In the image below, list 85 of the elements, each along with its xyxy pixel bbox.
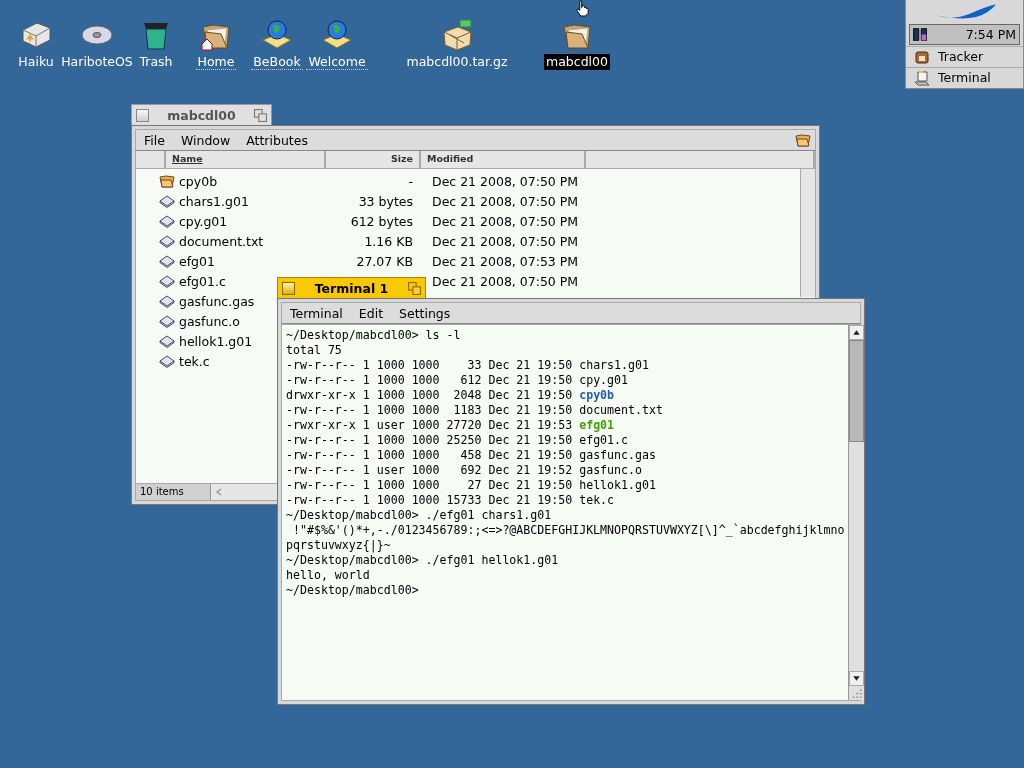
file-name[interactable]: gasfunc.o [178, 313, 240, 329]
item-count: 10 items [136, 484, 211, 500]
dog-icon [914, 48, 930, 65]
document-icon[interactable] [159, 353, 175, 369]
terminal-line: ~/Desktop/mabcdl00> [286, 583, 420, 598]
terminal-line: -rwxr-xr-x 1 user 1000 27720 Dec 21 19:53 efg01 [286, 418, 616, 433]
terminal-line: -rw-r--r-- 1 1000 1000 33 Dec 21 19:50 chars1.g01 [286, 358, 650, 373]
file-name[interactable]: gasfunc.gas [178, 293, 255, 309]
file-modified-date: Dec 21 2008, 07:50 PM [431, 273, 580, 289]
window-title: mabcdl00 [166, 107, 237, 123]
zoom-button[interactable] [254, 108, 267, 122]
file-name[interactable]: hellok1.g01 [178, 333, 253, 349]
desktop-icon-label[interactable]: Home [195, 54, 237, 70]
file-name[interactable]: cpy.g01 [178, 213, 228, 229]
file-modified-date: Dec 21 2008, 07:50 PM [431, 233, 580, 249]
document-icon[interactable] [159, 193, 175, 209]
terminal-line: -rw-r--r-- 1 1000 1000 458 Dec 21 19:50 gasfunc.gas [286, 448, 657, 463]
desktop-icon-label[interactable]: Welcome [306, 54, 368, 70]
vertical-scrollbar[interactable] [800, 169, 815, 297]
file-size: 27.07 KB [355, 253, 414, 269]
menu-item[interactable]: Attributes [238, 132, 316, 148]
file-size: 612 bytes [349, 213, 414, 229]
package-icon[interactable] [440, 18, 474, 52]
close-button[interactable] [282, 281, 295, 295]
terminal-icon [914, 69, 930, 86]
deskbar-app-item[interactable]: Terminal [906, 66, 1023, 88]
file-name[interactable]: document.txt [178, 233, 264, 249]
document-icon[interactable] [159, 273, 175, 289]
terminal-line: ~/Desktop/mabcdl00> ./efg01 hellok1.g01 [286, 553, 560, 568]
menu-item[interactable]: Terminal [282, 305, 351, 321]
terminal-line: -rw-r--r-- 1 1000 1000 25250 Dec 21 19:50 efg01.c [286, 433, 630, 448]
folder-icon[interactable] [795, 132, 811, 148]
window-title: Terminal 1 [313, 280, 390, 296]
document-icon[interactable] [159, 333, 175, 349]
clock-time[interactable]: 7:54 PM [965, 26, 1016, 42]
menu-item[interactable]: Window [172, 132, 239, 148]
close-button[interactable] [136, 108, 149, 122]
file-name[interactable]: cpy0b [178, 173, 218, 189]
desktop-icon-label[interactable]: mabcdl00 [544, 54, 610, 70]
file-modified-date: Dec 21 2008, 07:53 PM [431, 253, 580, 269]
zoom-button[interactable] [408, 281, 421, 295]
file-size: 1.16 KB [363, 233, 414, 249]
file-name[interactable]: tek.c [178, 353, 210, 369]
desktop-icon-label[interactable]: mabcdl00.tar.gz [404, 54, 510, 70]
horizontal-scrollbar[interactable] [211, 484, 277, 500]
file-size: - [407, 173, 414, 189]
terminal-line: total 75 [286, 343, 343, 358]
window-tab[interactable]: mabcdl00 [131, 104, 272, 125]
terminal-line: -rw-r--r-- 1 1000 1000 1183 Dec 21 19:50 document.txt [286, 403, 664, 418]
desktop-icon-label[interactable]: Haiku [16, 54, 56, 70]
vertical-scrollbar[interactable] [848, 325, 865, 700]
menu-item[interactable]: File [136, 132, 173, 148]
document-icon[interactable] [159, 313, 175, 329]
menu-item[interactable]: Settings [391, 305, 459, 321]
file-modified-date: Dec 21 2008, 07:50 PM [431, 173, 580, 189]
menu-item[interactable]: Edit [350, 305, 392, 321]
terminal-line: !"#$%&'()*+,-./0123456789:;<=>?@ABCDEFGHIJKLMNOPQRSTUVWXYZ[\]^_`abcdefghijklmno [291, 523, 845, 538]
cpu-meter-icon [913, 26, 927, 42]
file-size: 33 bytes [357, 193, 414, 209]
terminal-line: hello, world [286, 568, 371, 583]
document-icon[interactable] [159, 233, 175, 249]
document-icon[interactable] [159, 293, 175, 309]
terminal-line: pqrstuvwxyz{|}~ [286, 538, 392, 553]
desktop-icon-label[interactable]: BeBook [251, 54, 303, 70]
file-name[interactable]: chars1.g01 [178, 193, 249, 209]
file-name[interactable]: efg01 [178, 253, 215, 269]
desktop-icon-label[interactable]: HariboteOS [59, 54, 135, 70]
terminal-line: ~/Desktop/mabcdl00> ./efg01 chars1.g01 [286, 508, 553, 523]
terminal-line: -rw-r--r-- 1 1000 1000 15733 Dec 21 19:50 tek.c [286, 493, 616, 508]
terminal-line: drwxr-xr-x 1 1000 1000 2048 Dec 21 19:50 cpy0b [286, 388, 616, 403]
terminal-line: -rw-r--r-- 1 user 1000 692 Dec 21 19:52 gasfunc.o [286, 463, 643, 478]
window-tab[interactable]: Terminal 1 [277, 277, 426, 298]
document-icon[interactable] [159, 213, 175, 229]
hand-pointer-icon [576, 0, 591, 17]
deskbar-app-item[interactable]: Tracker [906, 45, 1023, 67]
desktop-icon-label[interactable]: Trash [137, 54, 175, 70]
folder-icon[interactable] [159, 173, 175, 189]
terminal-line: ~/Desktop/mabcdl00> ls -l [286, 328, 462, 343]
scroll-thumb[interactable] [849, 340, 865, 442]
file-modified-date: Dec 21 2008, 07:50 PM [431, 213, 580, 229]
file-modified-date: Dec 21 2008, 07:50 PM [431, 193, 580, 209]
file-name[interactable]: efg01.c [178, 273, 226, 289]
terminal-line: -rw-r--r-- 1 1000 1000 27 Dec 21 19:50 hellok1.g01 [286, 478, 657, 493]
terminal-line: -rw-r--r-- 1 1000 1000 612 Dec 21 19:50 cpy.g01 [286, 373, 630, 388]
document-icon[interactable] [159, 253, 175, 269]
